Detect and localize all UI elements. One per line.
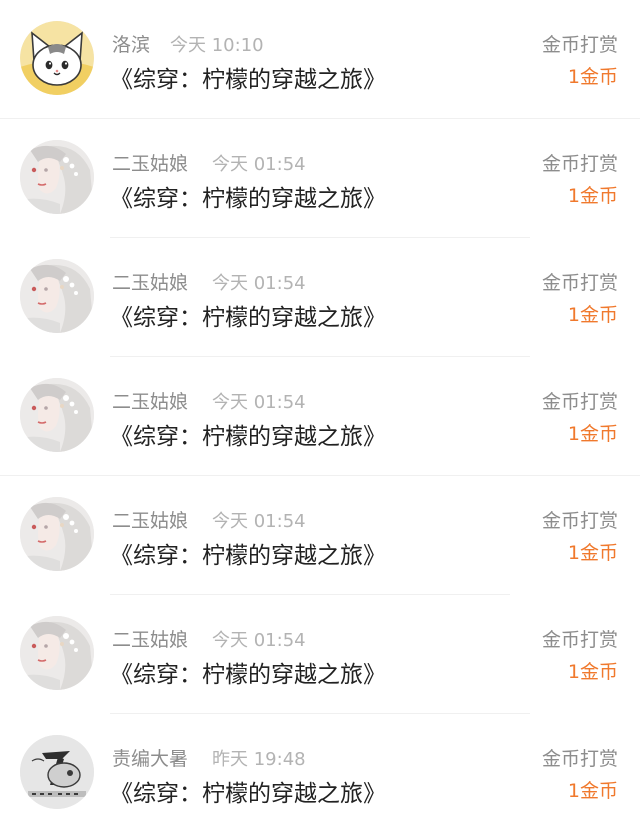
user-name: 二玉姑娘 (112, 153, 189, 175)
reward-amount: 1金币 (567, 780, 618, 802)
book-title[interactable]: 《综穿：柠檬的穿越之旅》 (110, 417, 386, 451)
reward-type: 金币打赏 (541, 748, 618, 770)
record-time: 今天 01:54 (212, 154, 306, 175)
book-title[interactable]: 《综穿：柠檬的穿越之旅》 (110, 179, 386, 213)
user-name: 二玉姑娘 (112, 272, 189, 294)
user-avatar[interactable] (20, 140, 94, 214)
reward-record-row[interactable]: 洛滨 今天 10:10 《综穿：柠檬的穿越之旅》 金币打赏 1金币 (0, 0, 640, 119)
reward-record-list: 洛滨 今天 10:10 《综穿：柠檬的穿越之旅》 金币打赏 1金币 二玉姑娘 今… (0, 0, 640, 832)
user-avatar[interactable] (20, 378, 94, 452)
book-title[interactable]: 《综穿：柠檬的穿越之旅》 (110, 536, 386, 570)
reward-type: 金币打赏 (541, 272, 618, 294)
user-avatar[interactable] (20, 616, 94, 690)
record-time: 今天 01:54 (212, 392, 306, 413)
reward-record-row[interactable]: 二玉姑娘 今天 01:54 《综穿：柠檬的穿越之旅》 金币打赏 1金币 (0, 595, 640, 714)
reward-type: 金币打赏 (541, 629, 618, 651)
reward-type: 金币打赏 (541, 153, 618, 175)
user-name: 责编大暑 (112, 748, 189, 770)
reward-record-row[interactable]: 责编大暑 昨天 19:48 《综穿：柠檬的穿越之旅》 金币打赏 1金币 (0, 714, 640, 832)
reward-record-row[interactable]: 二玉姑娘 今天 01:54 《综穿：柠檬的穿越之旅》 金币打赏 1金币 (0, 238, 640, 357)
reward-type: 金币打赏 (541, 34, 618, 56)
user-avatar[interactable] (20, 497, 94, 571)
user-avatar[interactable] (20, 735, 94, 809)
reward-amount: 1金币 (567, 661, 618, 683)
reward-type: 金币打赏 (541, 510, 618, 532)
record-time: 昨天 19:48 (212, 749, 306, 770)
cartoon-cat-avatar-icon (20, 21, 94, 95)
user-name: 洛滨 (112, 34, 151, 56)
reward-record-row[interactable]: 二玉姑娘 今天 01:54 《综穿：柠檬的穿越之旅》 金币打赏 1金币 (0, 357, 640, 476)
record-time: 今天 10:10 (170, 35, 264, 56)
book-title[interactable]: 《综穿：柠檬的穿越之旅》 (110, 60, 386, 94)
anime-girl-avatar-icon (20, 140, 94, 214)
record-time: 今天 01:54 (212, 511, 306, 532)
book-title[interactable]: 《综穿：柠檬的穿越之旅》 (110, 774, 386, 808)
reward-record-row[interactable]: 二玉姑娘 今天 01:54 《综穿：柠檬的穿越之旅》 金币打赏 1金币 (0, 476, 640, 595)
book-title[interactable]: 《综穿：柠檬的穿越之旅》 (110, 298, 386, 332)
user-name: 二玉姑娘 (112, 629, 189, 651)
user-name: 二玉姑娘 (112, 510, 189, 532)
anime-girl-avatar-icon (20, 497, 94, 571)
anime-girl-avatar-icon (20, 378, 94, 452)
user-name: 二玉姑娘 (112, 391, 189, 413)
grey-sketch-logo-avatar-icon (20, 735, 94, 809)
reward-amount: 1金币 (567, 542, 618, 564)
reward-amount: 1金币 (567, 185, 618, 207)
reward-amount: 1金币 (567, 66, 618, 88)
record-time: 今天 01:54 (212, 630, 306, 651)
reward-amount: 1金币 (567, 304, 618, 326)
reward-amount: 1金币 (567, 423, 618, 445)
user-avatar[interactable] (20, 259, 94, 333)
reward-record-row[interactable]: 二玉姑娘 今天 01:54 《综穿：柠檬的穿越之旅》 金币打赏 1金币 (0, 119, 640, 238)
book-title[interactable]: 《综穿：柠檬的穿越之旅》 (110, 655, 386, 689)
anime-girl-avatar-icon (20, 616, 94, 690)
user-avatar[interactable] (20, 21, 94, 95)
reward-type: 金币打赏 (541, 391, 618, 413)
record-time: 今天 01:54 (212, 273, 306, 294)
anime-girl-avatar-icon (20, 259, 94, 333)
